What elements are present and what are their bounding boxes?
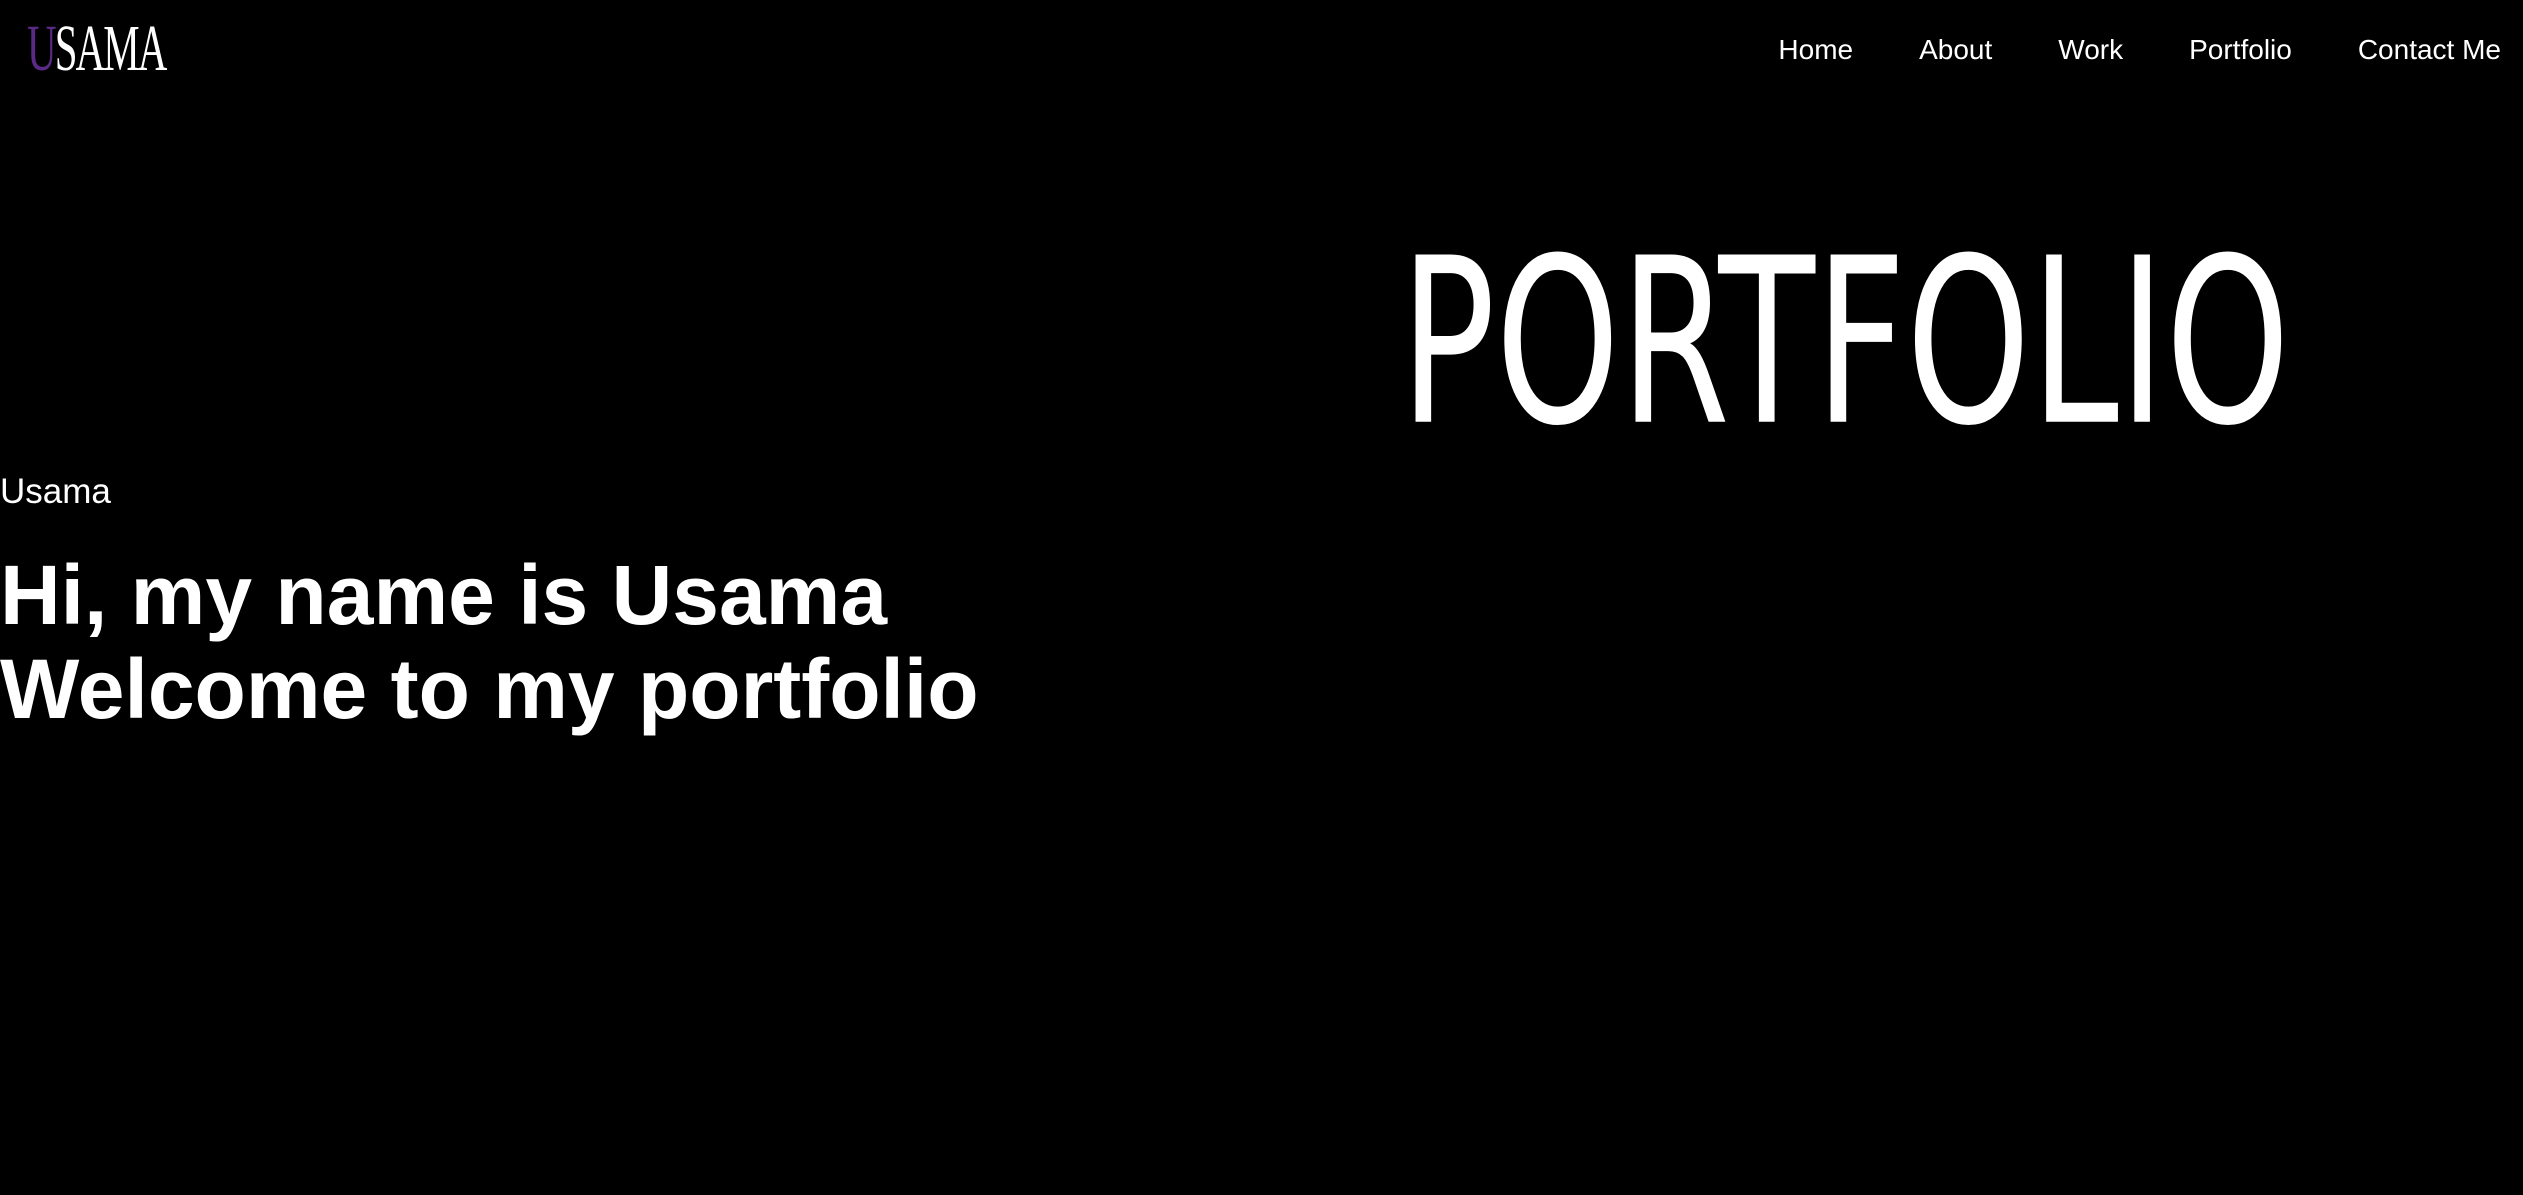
logo-first-letter: U (27, 12, 57, 85)
hero-subtitle: Usama (0, 472, 111, 511)
nav-home-link[interactable]: Home (1778, 30, 1853, 70)
nav-work-link[interactable]: Work (2058, 30, 2123, 70)
main-nav: Home About Work Portfolio Contact Me (1712, 30, 2501, 70)
portfolio-banner-image: PORTFOLIO (1400, 240, 2290, 455)
hero-title-line-2: Welcome to my portfolio (0, 642, 979, 736)
nav-portfolio-link[interactable]: Portfolio (2189, 30, 2292, 70)
portfolio-banner-text: PORTFOLIO (1400, 240, 2290, 455)
nav-contact-link[interactable]: Contact Me (2358, 30, 2501, 70)
hero-title-line-1: Hi, my name is Usama (0, 548, 888, 642)
hero-title: Hi, my name is Usama Welcome to my portf… (0, 548, 979, 736)
logo-rest: SAMA (54, 12, 168, 85)
nav-about-link[interactable]: About (1919, 30, 1992, 70)
site-logo[interactable]: U SAMA (27, 12, 168, 85)
site-header: U SAMA Home About Work Portfolio Contact … (0, 0, 2523, 105)
